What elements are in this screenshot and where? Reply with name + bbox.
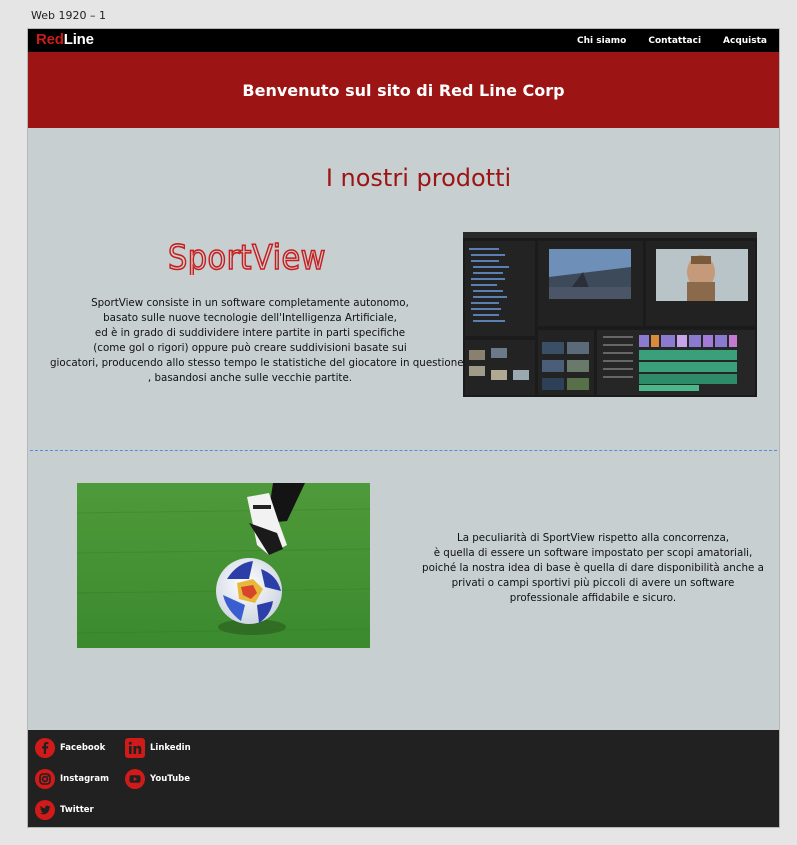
instagram-icon — [35, 769, 55, 789]
social-link-linkedin[interactable]: Linkedin — [125, 738, 191, 758]
social-link-twitter[interactable]: Twitter — [35, 800, 94, 820]
youtube-icon — [125, 769, 145, 789]
navbar: RedLine Chi siamo Contattaci Acquista — [28, 29, 779, 52]
sportview-logo-text: SportView — [168, 238, 326, 275]
artboard-label: Web 1920 – 1 — [31, 9, 106, 22]
secondary-line: La peculiarità di SportView rispetto all… — [456, 532, 730, 544]
products-title: I nostri prodotti — [325, 164, 512, 192]
social-label: Twitter — [60, 805, 94, 815]
football-photo — [77, 483, 370, 648]
sportview-logo: SportView — [168, 237, 326, 275]
nav-link-acquista[interactable]: Acquista — [723, 36, 767, 46]
video-editor-screenshot — [463, 232, 757, 397]
layout-guide-line — [28, 450, 779, 451]
hero-banner: Benvenuto sul sito di Red Line Corp — [28, 52, 779, 128]
social-link-youtube[interactable]: YouTube — [125, 769, 190, 789]
footer: Facebook Linkedin Instagram YouTube Twit… — [28, 730, 779, 827]
nav-link-chi-siamo[interactable]: Chi siamo — [577, 36, 626, 46]
secondary-line: professionale affidabile e sicuro. — [509, 592, 677, 604]
web-page-frame: RedLine Chi siamo Contattaci Acquista Be… — [28, 29, 779, 827]
social-label: Linkedin — [150, 743, 191, 753]
description-line: giocatori, producendo allo stesso tempo … — [50, 357, 464, 369]
social-label: Facebook — [60, 743, 106, 753]
logo-part-red: Red — [36, 31, 64, 48]
social-label: YouTube — [150, 774, 191, 784]
linkedin-icon — [125, 738, 145, 758]
secondary-description: La peculiarità di SportView rispetto all… — [408, 531, 778, 606]
secondary-line: poiché la nostra idea di base è quella d… — [422, 562, 764, 574]
description-line: (come gol o rigori) oppure può creare su… — [93, 342, 407, 354]
secondary-line: privati o campi sportivi più piccoli di … — [451, 577, 735, 589]
logo-part-line: Line — [63, 31, 94, 48]
facebook-icon — [35, 738, 55, 758]
hero-title: Benvenuto sul sito di Red Line Corp — [242, 80, 565, 100]
social-label: Instagram — [60, 774, 109, 784]
description-line: SportView consiste in un software comple… — [91, 297, 409, 309]
description-line: , basandosi anche sulle vecchie partite. — [147, 372, 353, 384]
nav-links: Chi siamo Contattaci Acquista — [577, 29, 767, 52]
product-description: SportView consiste in un software comple… — [50, 296, 464, 386]
social-link-facebook[interactable]: Facebook — [35, 738, 105, 758]
social-link-instagram[interactable]: Instagram — [35, 769, 109, 789]
description-line: basato sulle nuove tecnologie dell'Intel… — [103, 312, 397, 324]
nav-link-contattaci[interactable]: Contattaci — [648, 36, 701, 46]
site-logo[interactable]: RedLine — [36, 31, 94, 48]
description-line: ed è in grado di suddividere intere part… — [94, 327, 406, 339]
twitter-icon — [35, 800, 55, 820]
secondary-line: è quella di essere un software impostato… — [433, 547, 753, 559]
